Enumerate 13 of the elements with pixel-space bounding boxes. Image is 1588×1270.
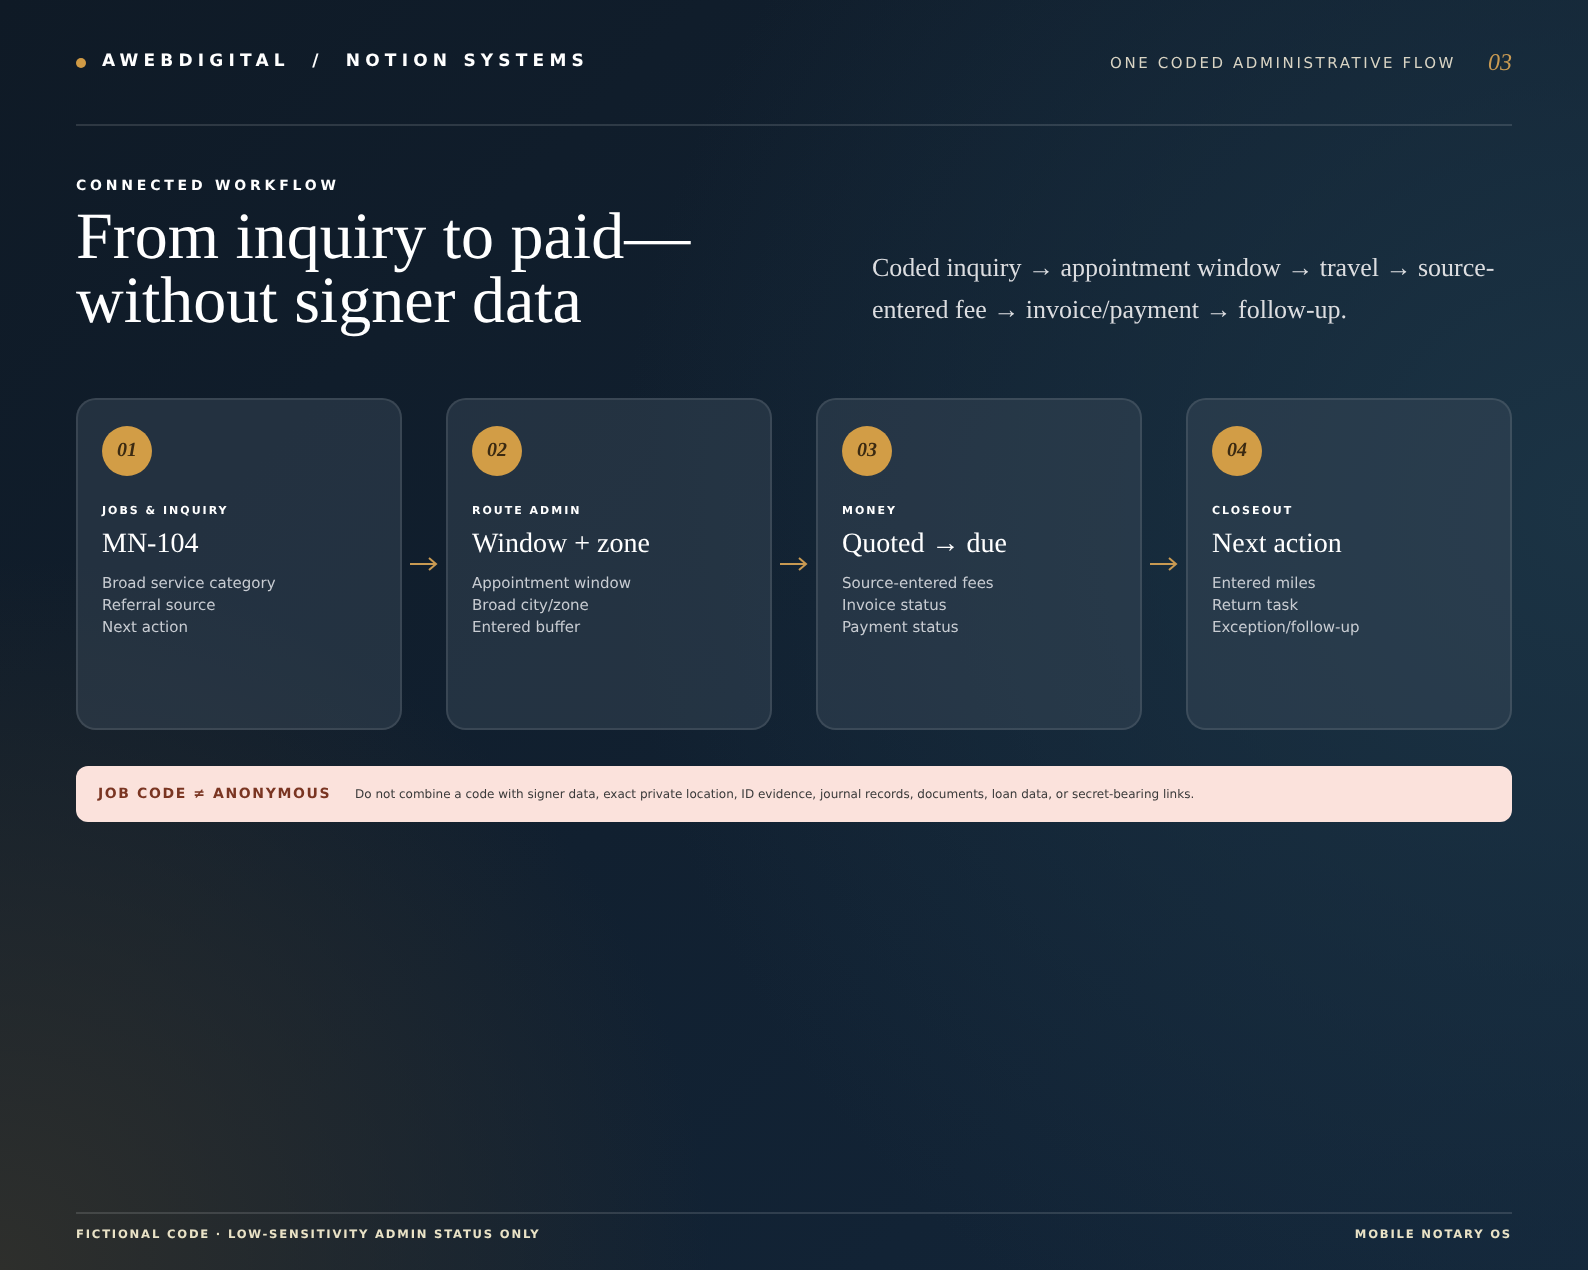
- page-number: 03: [1488, 47, 1512, 77]
- bullet-dot: [76, 57, 86, 67]
- step-title: Quoted → due: [842, 530, 1009, 562]
- step-number: 03: [842, 426, 892, 476]
- step-title: Window + zone: [472, 530, 652, 562]
- step-number: 02: [472, 426, 522, 476]
- step-title: MN-104: [102, 530, 201, 562]
- flow-summary: Coded inquiry → appointment window → travel → source-entered fee → invoice/payment → follow-up.: [872, 250, 1497, 328]
- brand-title: AWEBDIGITAL / NOTION SYSTEMS: [102, 52, 589, 72]
- step-number: 01: [102, 426, 152, 476]
- step-title: Next action: [1212, 530, 1344, 562]
- step-number: 04: [1212, 426, 1262, 476]
- hero-title: From inquiry to paid—without signer data: [76, 206, 693, 334]
